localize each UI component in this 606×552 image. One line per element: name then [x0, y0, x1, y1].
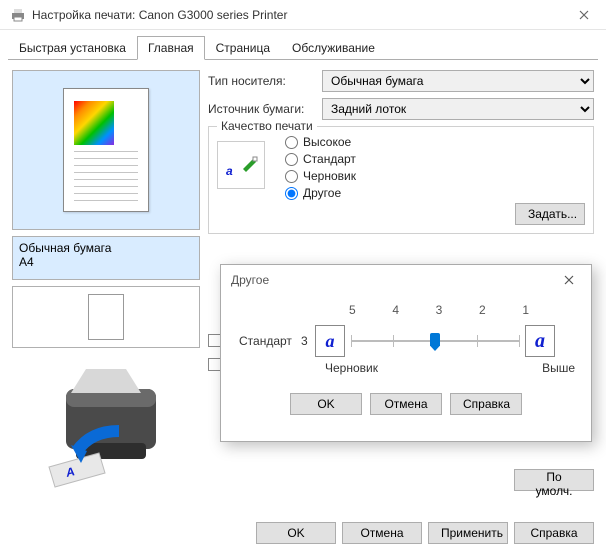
page-size-label: A4	[19, 255, 193, 269]
svg-text:a: a	[226, 164, 233, 178]
page-preview	[12, 70, 200, 230]
quality-high[interactable]: Высокое	[285, 135, 356, 149]
orientation-preview	[12, 286, 200, 348]
custom-quality-dialog: Другое 54321 Стандарт 3 a a Черновик Выш…	[220, 264, 592, 442]
media-info: Обычная бумага A4	[12, 236, 200, 280]
tab-main[interactable]: Главная	[137, 36, 205, 60]
slider-left-caption: Черновик	[325, 361, 378, 375]
media-type-label: Обычная бумага	[19, 241, 193, 255]
quality-legend: Качество печати	[217, 119, 317, 133]
apply-button[interactable]: Применить	[428, 522, 508, 544]
paper-source-caption: Источник бумаги:	[208, 102, 312, 116]
quality-draft[interactable]: Черновик	[285, 169, 356, 183]
ok-button[interactable]: OK	[256, 522, 336, 544]
media-type-select[interactable]: Обычная бумага	[322, 70, 594, 92]
quality-other[interactable]: Другое	[285, 186, 356, 200]
slider-ticks: 54321	[349, 303, 529, 317]
dlg-close-icon[interactable]	[546, 265, 591, 295]
defaults-button[interactable]: По умолч.	[514, 469, 594, 491]
media-type-caption: Тип носителя:	[208, 74, 312, 88]
paper-source-select[interactable]: Задний лоток	[322, 98, 594, 120]
printer-illustration: A	[12, 354, 200, 494]
sample-high-icon: a	[525, 325, 555, 357]
dialog-footer: OK Отмена Применить Справка	[0, 522, 606, 544]
slider-value: 3	[301, 334, 315, 348]
slider-caption: Стандарт	[239, 334, 301, 348]
close-icon[interactable]	[561, 0, 606, 30]
window-title: Настройка печати: Canon G3000 series Pri…	[32, 8, 287, 22]
tab-service[interactable]: Обслуживание	[281, 36, 386, 60]
slider-right-caption: Выше	[542, 361, 575, 375]
quality-slider[interactable]	[351, 329, 519, 353]
dlg-title: Другое	[231, 273, 269, 287]
tab-page[interactable]: Страница	[205, 36, 281, 60]
tabstrip: Быстрая установка Главная Страница Обслу…	[8, 36, 598, 60]
quality-icon: a	[217, 141, 265, 189]
help-button[interactable]: Справка	[514, 522, 594, 544]
quality-group: Качество печати a Высокое Стандарт Черно…	[208, 126, 594, 234]
dlg-ok-button[interactable]: OK	[290, 393, 362, 415]
cancel-button[interactable]: Отмена	[342, 522, 422, 544]
titlebar: Настройка печати: Canon G3000 series Pri…	[0, 0, 606, 30]
sample-low-icon: a	[315, 325, 345, 357]
printer-icon	[10, 7, 26, 23]
dlg-cancel-button[interactable]: Отмена	[370, 393, 442, 415]
dlg-help-button[interactable]: Справка	[450, 393, 522, 415]
quality-set-button[interactable]: Задать...	[515, 203, 585, 225]
tab-quick-setup[interactable]: Быстрая установка	[8, 36, 137, 60]
quality-standard[interactable]: Стандарт	[285, 152, 356, 166]
